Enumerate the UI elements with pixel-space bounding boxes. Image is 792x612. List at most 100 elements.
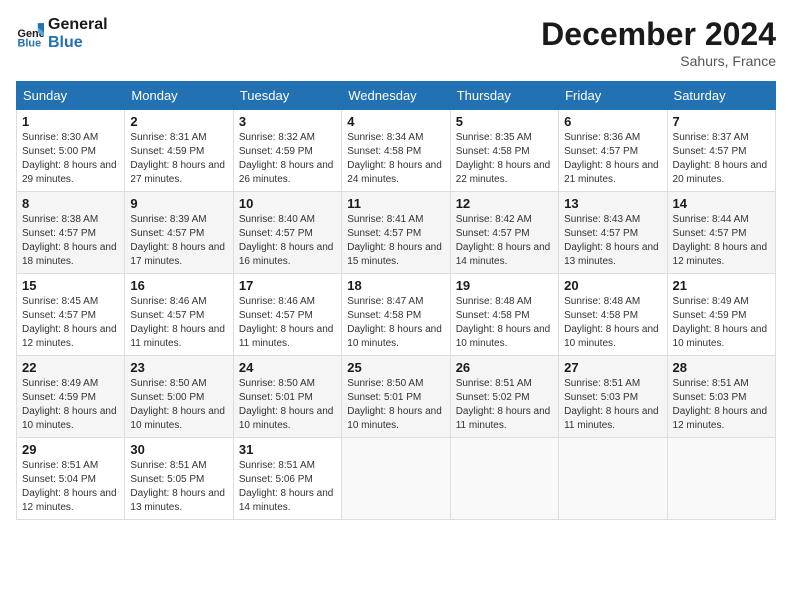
cell-day-number: 7 [673,114,770,129]
month-title: December 2024 [541,16,776,53]
cell-day-number: 21 [673,278,770,293]
cell-info: Sunrise: 8:38 AM Sunset: 4:57 PM Dayligh… [22,213,119,269]
calendar-cell: 5 Sunrise: 8:35 AM Sunset: 4:58 PM Daylig… [450,110,558,192]
cell-day-number: 23 [130,360,227,375]
logo-line1: General [48,16,108,34]
cell-info: Sunrise: 8:46 AM Sunset: 4:57 PM Dayligh… [239,295,336,351]
calendar-cell [342,438,450,520]
cell-info: Sunrise: 8:43 AM Sunset: 4:57 PM Dayligh… [564,213,661,269]
weekday-header-monday: Monday [125,82,233,110]
calendar-cell: 12Sunrise: 8:42 AM Sunset: 4:57 PM Dayli… [450,192,558,274]
weekday-header-sunday: Sunday [17,82,125,110]
calendar-cell: 6 Sunrise: 8:36 AM Sunset: 4:57 PM Daylig… [559,110,667,192]
cell-info: Sunrise: 8:50 AM Sunset: 5:00 PM Dayligh… [130,377,227,433]
calendar-cell: 1Sunrise: 8:30 AM Sunset: 5:00 PM Daylig… [17,110,125,192]
svg-text:Blue: Blue [18,37,42,48]
cell-info: Sunrise: 8:45 AM Sunset: 4:57 PM Dayligh… [22,295,119,351]
calendar-cell: 15 Sunrise: 8:45 AM Sunset: 4:57 PM Dayli… [17,274,125,356]
calendar-cell [667,438,775,520]
calendar-cell: 26 Sunrise: 8:51 AM Sunset: 5:02 PM Dayli… [450,356,558,438]
calendar-cell: 4 Sunrise: 8:34 AM Sunset: 4:58 PM Daylig… [342,110,450,192]
cell-info: Sunrise: 8:51 AM Sunset: 5:02 PM Dayligh… [456,377,553,433]
calendar-cell: 19 Sunrise: 8:48 AM Sunset: 4:58 PM Dayli… [450,274,558,356]
calendar-cell: 11 Sunrise: 8:41 AM Sunset: 4:57 PM Dayli… [342,192,450,274]
logo-icon: General Blue [16,20,44,48]
cell-info: Sunrise: 8:30 AM Sunset: 5:00 PM Dayligh… [22,131,119,187]
calendar-cell: 24 Sunrise: 8:50 AM Sunset: 5:01 PM Dayli… [233,356,341,438]
cell-day-number: 31 [239,442,336,457]
weekday-header-wednesday: Wednesday [342,82,450,110]
cell-info: Sunrise: 8:37 AM Sunset: 4:57 PM Dayligh… [673,131,770,187]
calendar-cell: 17 Sunrise: 8:46 AM Sunset: 4:57 PM Dayli… [233,274,341,356]
cell-day-number: 6 [564,114,661,129]
calendar-cell: 9 Sunrise: 8:39 AM Sunset: 4:57 PM Daylig… [125,192,233,274]
cell-day-number: 10 [239,196,336,211]
cell-day-number: 22 [22,360,119,375]
cell-info: Sunrise: 8:34 AM Sunset: 4:58 PM Dayligh… [347,131,444,187]
cell-info: Sunrise: 8:51 AM Sunset: 5:05 PM Dayligh… [130,459,227,515]
calendar-cell: 29Sunrise: 8:51 AM Sunset: 5:04 PM Dayli… [17,438,125,520]
logo-line2: Blue [48,34,108,52]
calendar-cell [559,438,667,520]
weekday-header-saturday: Saturday [667,82,775,110]
cell-day-number: 18 [347,278,444,293]
calendar-cell: 28Sunrise: 8:51 AM Sunset: 5:03 PM Dayli… [667,356,775,438]
cell-info: Sunrise: 8:47 AM Sunset: 4:58 PM Dayligh… [347,295,444,351]
cell-day-number: 11 [347,196,444,211]
calendar-cell: 31 Sunrise: 8:51 AM Sunset: 5:06 PM Dayli… [233,438,341,520]
cell-day-number: 2 [130,114,227,129]
calendar-week-row: 1Sunrise: 8:30 AM Sunset: 5:00 PM Daylig… [17,110,776,192]
cell-day-number: 24 [239,360,336,375]
calendar-cell: 2 Sunrise: 8:31 AM Sunset: 4:59 PM Daylig… [125,110,233,192]
cell-info: Sunrise: 8:51 AM Sunset: 5:04 PM Dayligh… [22,459,119,515]
weekday-header-row: SundayMondayTuesdayWednesdayThursdayFrid… [17,82,776,110]
cell-day-number: 28 [673,360,770,375]
calendar-cell: 14 Sunrise: 8:44 AM Sunset: 4:57 PM Dayli… [667,192,775,274]
weekday-header-thursday: Thursday [450,82,558,110]
cell-day-number: 16 [130,278,227,293]
cell-info: Sunrise: 8:51 AM Sunset: 5:06 PM Dayligh… [239,459,336,515]
cell-info: Sunrise: 8:31 AM Sunset: 4:59 PM Dayligh… [130,131,227,187]
cell-day-number: 5 [456,114,553,129]
cell-day-number: 19 [456,278,553,293]
cell-day-number: 13 [564,196,661,211]
weekday-header-friday: Friday [559,82,667,110]
calendar-cell: 23 Sunrise: 8:50 AM Sunset: 5:00 PM Dayli… [125,356,233,438]
cell-day-number: 25 [347,360,444,375]
cell-info: Sunrise: 8:41 AM Sunset: 4:57 PM Dayligh… [347,213,444,269]
cell-info: Sunrise: 8:35 AM Sunset: 4:58 PM Dayligh… [456,131,553,187]
cell-day-number: 17 [239,278,336,293]
calendar-cell: 22Sunrise: 8:49 AM Sunset: 4:59 PM Dayli… [17,356,125,438]
cell-info: Sunrise: 8:50 AM Sunset: 5:01 PM Dayligh… [239,377,336,433]
cell-day-number: 3 [239,114,336,129]
calendar-cell: 18 Sunrise: 8:47 AM Sunset: 4:58 PM Dayli… [342,274,450,356]
cell-day-number: 8 [22,196,119,211]
logo: General Blue General Blue [16,16,108,51]
cell-info: Sunrise: 8:42 AM Sunset: 4:57 PM Dayligh… [456,213,553,269]
cell-info: Sunrise: 8:44 AM Sunset: 4:57 PM Dayligh… [673,213,770,269]
calendar-week-row: 22Sunrise: 8:49 AM Sunset: 4:59 PM Dayli… [17,356,776,438]
calendar-cell: 27Sunrise: 8:51 AM Sunset: 5:03 PM Dayli… [559,356,667,438]
cell-info: Sunrise: 8:40 AM Sunset: 4:57 PM Dayligh… [239,213,336,269]
calendar-week-row: 8 Sunrise: 8:38 AM Sunset: 4:57 PM Daylig… [17,192,776,274]
cell-info: Sunrise: 8:39 AM Sunset: 4:57 PM Dayligh… [130,213,227,269]
calendar-cell: 7 Sunrise: 8:37 AM Sunset: 4:57 PM Daylig… [667,110,775,192]
cell-info: Sunrise: 8:32 AM Sunset: 4:59 PM Dayligh… [239,131,336,187]
cell-info: Sunrise: 8:48 AM Sunset: 4:58 PM Dayligh… [456,295,553,351]
cell-info: Sunrise: 8:46 AM Sunset: 4:57 PM Dayligh… [130,295,227,351]
calendar-cell: 20 Sunrise: 8:48 AM Sunset: 4:58 PM Dayli… [559,274,667,356]
calendar-cell: 25Sunrise: 8:50 AM Sunset: 5:01 PM Dayli… [342,356,450,438]
cell-day-number: 14 [673,196,770,211]
cell-info: Sunrise: 8:36 AM Sunset: 4:57 PM Dayligh… [564,131,661,187]
cell-info: Sunrise: 8:48 AM Sunset: 4:58 PM Dayligh… [564,295,661,351]
calendar-cell: 10 Sunrise: 8:40 AM Sunset: 4:57 PM Dayli… [233,192,341,274]
cell-day-number: 4 [347,114,444,129]
cell-day-number: 20 [564,278,661,293]
cell-day-number: 9 [130,196,227,211]
cell-day-number: 15 [22,278,119,293]
calendar-week-row: 15 Sunrise: 8:45 AM Sunset: 4:57 PM Dayli… [17,274,776,356]
cell-day-number: 26 [456,360,553,375]
location-subtitle: Sahurs, France [541,53,776,69]
cell-day-number: 27 [564,360,661,375]
title-block: December 2024 Sahurs, France [541,16,776,69]
